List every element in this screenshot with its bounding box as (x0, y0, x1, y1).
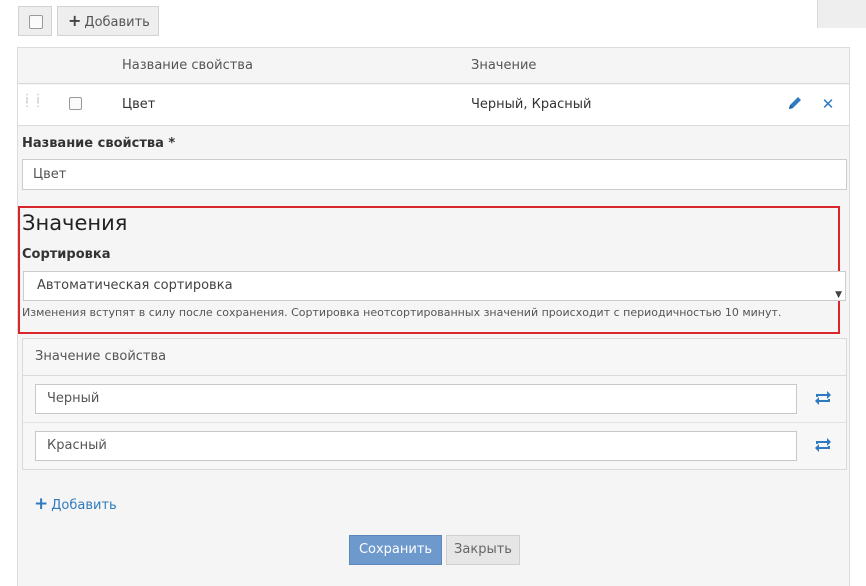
column-header-value: Значение (471, 58, 537, 73)
close-button[interactable]: Закрыть (446, 535, 520, 565)
sync-icon[interactable] (813, 436, 833, 454)
property-name-label: Название свойства * (22, 136, 176, 151)
pencil-icon[interactable] (786, 94, 804, 114)
value-input-red[interactable]: Красный (35, 431, 797, 461)
select-all-button[interactable] (18, 6, 52, 36)
save-button[interactable]: Сохранить (349, 535, 442, 565)
values-panel-header: Значение свойства (23, 339, 846, 376)
row-property-value: Черный, Красный (471, 97, 592, 112)
sort-select[interactable]: Автоматическая сортировка ▼ (23, 271, 846, 301)
row-checkbox[interactable] (69, 97, 82, 110)
drag-handle-icon[interactable]: ⋮⋮ ⋮⋮ (22, 94, 43, 112)
select-all-checkbox[interactable] (29, 15, 43, 29)
sort-selected-value: Автоматическая сортировка (37, 278, 233, 293)
property-name-input[interactable]: Цвет (22, 159, 847, 190)
sort-label: Сортировка (22, 247, 111, 262)
values-divider (23, 422, 846, 423)
values-heading: Значения (22, 211, 128, 235)
sort-hint-text: Изменения вступят в силу после сохранени… (22, 306, 782, 319)
value-input-black[interactable]: Черный (35, 384, 797, 414)
table-header: Название свойства Значение (18, 48, 849, 84)
sync-icon[interactable] (813, 389, 833, 407)
add-property-button[interactable]: + Добавить (57, 6, 159, 36)
plus-icon: + (68, 11, 82, 30)
row-property-name: Цвет (122, 97, 156, 112)
add-value-label: Добавить (51, 498, 117, 513)
table-row[interactable]: ⋮⋮ ⋮⋮ Цвет Черный, Красный ✕ (18, 85, 849, 126)
plus-icon: + (34, 494, 49, 514)
add-property-label: Добавить (84, 15, 150, 30)
chevron-down-icon: ▼ (835, 290, 842, 300)
add-value-link[interactable]: + Добавить (34, 494, 117, 514)
toolbar-right-button[interactable] (817, 0, 866, 28)
close-icon[interactable]: ✕ (820, 94, 836, 114)
column-header-name: Название свойства (122, 58, 253, 73)
